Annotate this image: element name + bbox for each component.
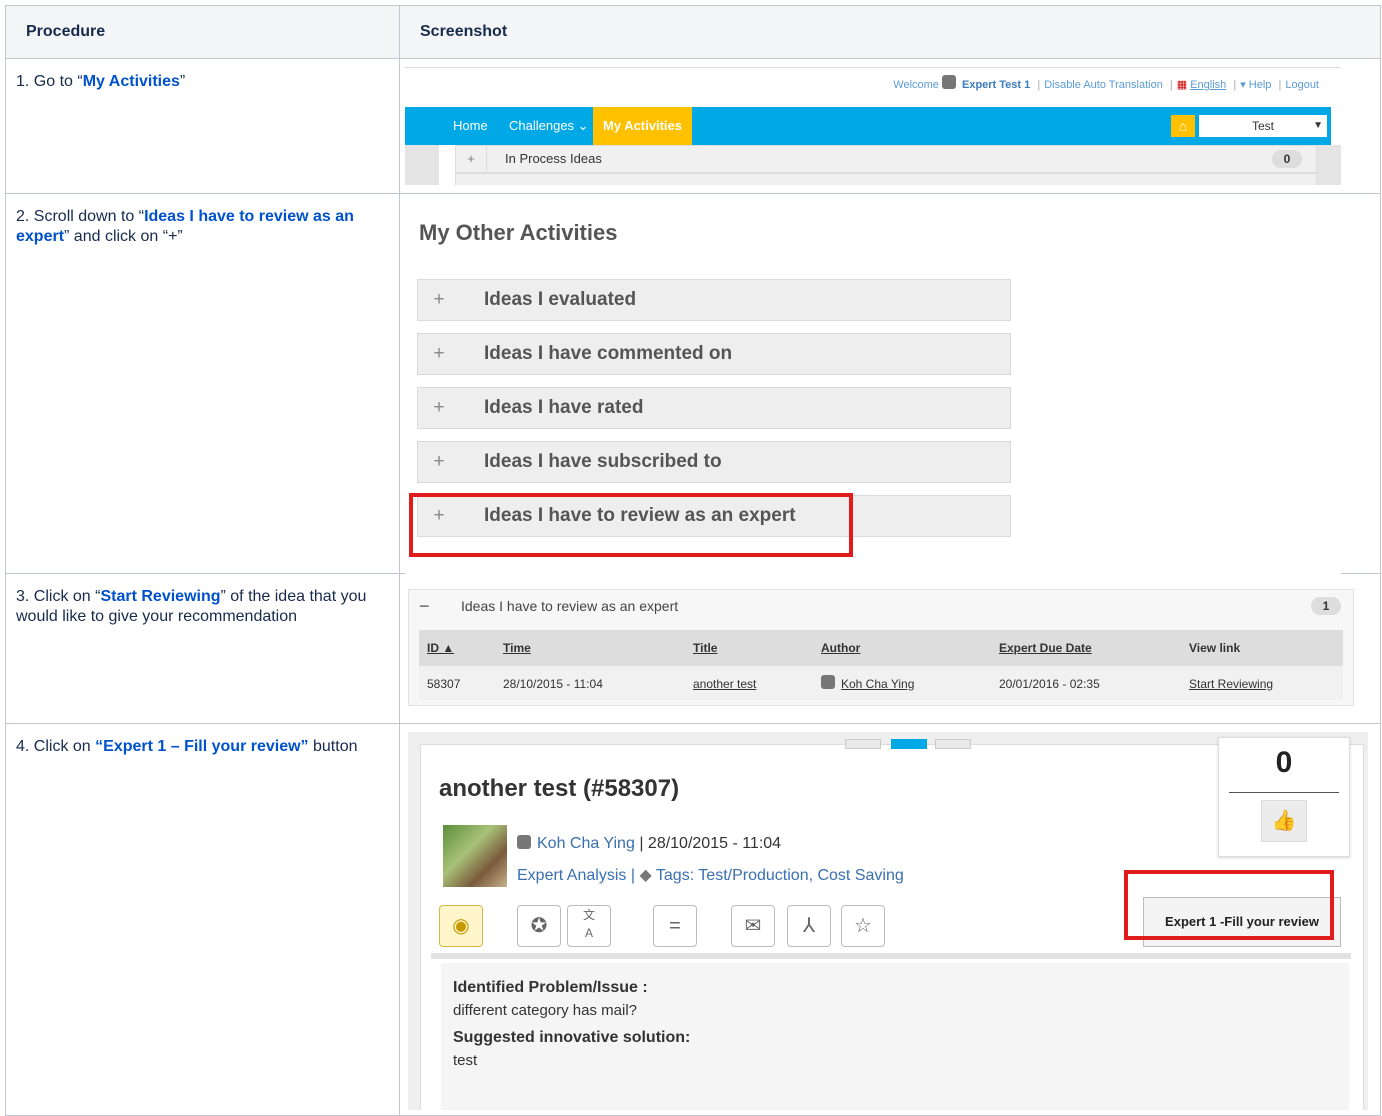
mail-icon[interactable]: ✉ xyxy=(731,905,775,947)
screenshot-3: − Ideas I have to review as an expert 1 … xyxy=(399,573,1381,724)
step-link: “Expert 1 – Fill your review” xyxy=(95,738,309,755)
thumbs-up-icon[interactable]: 👍 xyxy=(1261,800,1307,842)
nav-challenges[interactable]: Challenges ⌄ xyxy=(509,107,589,145)
screenshot-2: My Other Activities + Ideas I evaluated +… xyxy=(399,193,1381,574)
cell-title[interactable]: another test xyxy=(693,666,756,702)
idea-title: another test (#58307) xyxy=(439,775,680,802)
cell-due-date: 20/01/2016 - 02:35 xyxy=(999,677,1100,691)
flag-icon: ▦ xyxy=(1176,79,1188,91)
in-process-row[interactable]: + In Process Ideas 0 xyxy=(455,145,1317,173)
side-panel xyxy=(405,145,439,185)
screenshot-4: another test (#58307) 0 👍 Koh Cha Ying |… xyxy=(399,723,1381,1116)
language-link[interactable]: English xyxy=(1190,79,1226,91)
other-activities-screenshot: My Other Activities + Ideas I evaluated +… xyxy=(405,194,1341,574)
translate-icon[interactable]: 文A xyxy=(567,905,611,947)
column-time[interactable]: Time xyxy=(503,630,531,666)
solution-label: Suggested innovative solution: xyxy=(453,1029,691,1046)
procedure-header: Procedure xyxy=(5,5,400,59)
main-nav: Home Challenges ⌄ My Activities ⌂ Test ▼ xyxy=(405,107,1331,145)
idea-detail-screenshot: another test (#58307) 0 👍 Koh Cha Ying |… xyxy=(408,732,1368,1110)
activity-item[interactable]: + Ideas I have rated xyxy=(417,387,1011,429)
table-row: 58307 28/10/2015 - 11:04 another test Ko… xyxy=(419,666,1343,700)
author-link[interactable]: Koh Cha Ying xyxy=(537,835,635,852)
disable-translation-link[interactable]: Disable Auto Translation xyxy=(1044,79,1163,91)
plus-icon: + xyxy=(433,451,445,472)
idea-tags-line: Expert Analysis | ◆ Tags: Test/Productio… xyxy=(517,865,904,885)
step-4: 4. Click on “Expert 1 – Fill your review… xyxy=(5,723,400,1116)
user-badge-icon xyxy=(821,675,835,689)
logout-link[interactable]: Logout xyxy=(1285,79,1319,91)
user-badge-icon xyxy=(517,835,531,849)
count-badge: 1 xyxy=(1311,597,1341,615)
home-icon[interactable]: ⌂ xyxy=(1171,115,1195,137)
column-author[interactable]: Author xyxy=(821,630,860,666)
highlight-box xyxy=(409,493,853,557)
problem-label: Identified Problem/Issue : xyxy=(453,979,648,996)
vote-box: 0 👍 xyxy=(1218,737,1350,857)
activity-item[interactable]: + Ideas I evaluated xyxy=(417,279,1011,321)
count-badge: 0 xyxy=(1272,150,1302,168)
pager-tab[interactable] xyxy=(891,739,927,749)
review-list-screenshot: − Ideas I have to review as an expert 1 … xyxy=(408,589,1354,706)
pdf-icon[interactable]: ⅄ xyxy=(787,905,831,947)
pager-tab[interactable] xyxy=(935,739,971,749)
step-link: Start Reviewing xyxy=(100,588,221,605)
cell-author[interactable]: Koh Cha Ying xyxy=(821,666,914,702)
idea-image xyxy=(443,825,507,887)
activity-item[interactable]: + Ideas I have commented on xyxy=(417,333,1011,375)
column-title[interactable]: Title xyxy=(693,630,717,666)
user-badge-icon xyxy=(941,75,956,89)
column-due-date[interactable]: Expert Due Date xyxy=(999,630,1092,666)
challenge-select[interactable]: Test ▼ xyxy=(1199,115,1327,137)
plus-icon: + xyxy=(433,289,445,310)
procedure-table: Procedure Screenshot 1. Go to “My Activi… xyxy=(5,5,1381,1116)
activity-item[interactable]: + Ideas I have subscribed to xyxy=(417,441,1011,483)
chevron-down-icon: ▼ xyxy=(1313,120,1323,131)
start-reviewing-link[interactable]: Start Reviewing xyxy=(1189,666,1273,702)
vote-count: 0 xyxy=(1275,746,1293,779)
screenshot-1: Welcome Expert Test 1 | Disable Auto Tran… xyxy=(399,58,1381,194)
user-link[interactable]: Expert Test 1 xyxy=(962,79,1030,91)
step-1: 1. Go to “My Activities” xyxy=(5,58,400,194)
eye-icon[interactable]: ◉ xyxy=(439,905,483,947)
plus-icon: + xyxy=(433,343,445,364)
cell-time: 28/10/2015 - 11:04 xyxy=(503,677,603,691)
tag-icon: ◆ xyxy=(639,867,652,884)
nav-screenshot: Welcome Expert Test 1 | Disable Auto Tran… xyxy=(405,67,1341,185)
step-2: 2. Scroll down to “Ideas I have to revie… xyxy=(5,193,400,574)
section-heading: My Other Activities xyxy=(419,220,618,245)
tags: Tags: Test/Production, Cost Saving xyxy=(655,867,904,884)
plus-icon: + xyxy=(456,146,487,172)
cell-id: 58307 xyxy=(427,677,461,691)
step-3: 3. Click on “Start Reviewing” of the ide… xyxy=(5,573,400,724)
nav-my-activities[interactable]: My Activities xyxy=(593,107,692,145)
next-row xyxy=(455,173,1317,185)
idea-author-line: Koh Cha Ying | 28/10/2015 - 11:04 xyxy=(517,835,781,853)
help-link[interactable]: ▾ Help xyxy=(1240,79,1271,91)
solution-text: test xyxy=(453,1052,478,1069)
review-list-header[interactable]: − Ideas I have to review as an expert 1 xyxy=(409,590,1353,622)
problem-text: different category has mail? xyxy=(453,1002,637,1019)
award-icon[interactable]: ✪ xyxy=(517,905,561,947)
screenshot-header: Screenshot xyxy=(399,5,1381,59)
top-bar: Welcome Expert Test 1 | Disable Auto Tran… xyxy=(405,67,1341,102)
idea-description: Identified Problem/Issue : different cat… xyxy=(441,963,1349,1110)
expert-analysis-link[interactable]: Expert Analysis | xyxy=(517,867,635,884)
table-header: ID ▲ Time Title Author Expert Due Date V… xyxy=(419,630,1343,666)
plus-icon: + xyxy=(433,397,445,418)
minus-icon: − xyxy=(419,596,430,616)
nav-home[interactable]: Home xyxy=(453,107,488,145)
column-view-link: View link xyxy=(1189,641,1241,655)
column-id[interactable]: ID ▲ xyxy=(427,630,454,666)
compare-icon[interactable]: = xyxy=(653,905,697,947)
step-link: My Activities xyxy=(82,73,180,90)
subscribe-icon[interactable]: ☆ xyxy=(841,905,885,947)
pager-tab[interactable] xyxy=(845,739,881,749)
highlight-box xyxy=(1124,870,1334,940)
